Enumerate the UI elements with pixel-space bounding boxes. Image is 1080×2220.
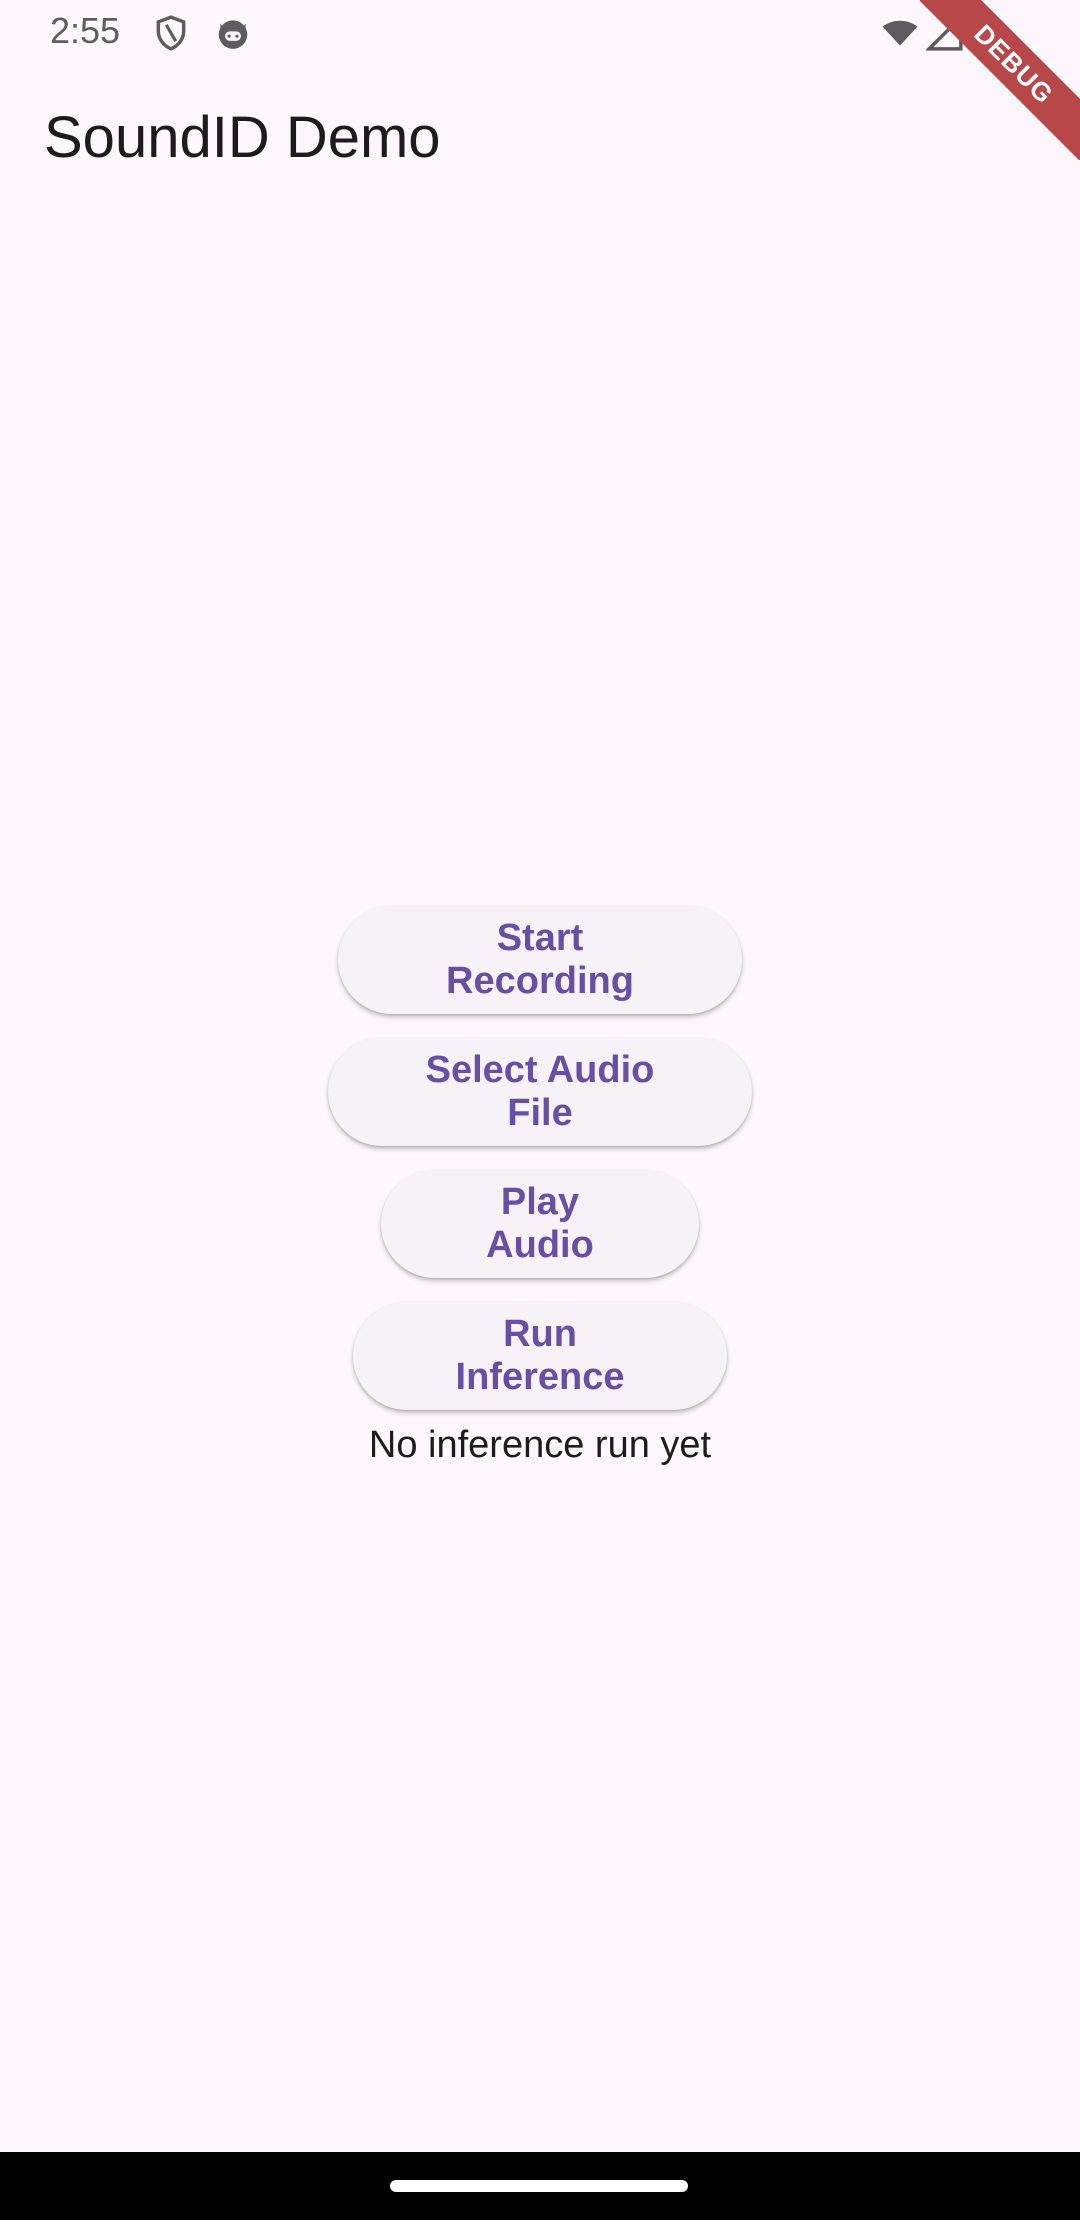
action-button-column: Start Recording Select Audio File Play A… xyxy=(0,906,1080,1467)
app-bar: SoundID Demo xyxy=(0,66,1080,214)
page-title: SoundID Demo xyxy=(44,105,441,170)
start-recording-button[interactable]: Start Recording xyxy=(338,906,742,1014)
home-gesture-handle[interactable] xyxy=(390,2180,688,2192)
navigation-bar xyxy=(0,2152,1080,2220)
cat-face-icon xyxy=(214,14,252,52)
shield-icon xyxy=(152,14,190,52)
run-inference-button[interactable]: Run Inference xyxy=(353,1302,727,1410)
inference-status-text: No inference run yet xyxy=(368,1424,712,1466)
status-bar: 2:55 xyxy=(0,0,1080,66)
play-audio-button[interactable]: Play Audio xyxy=(381,1170,699,1278)
select-audio-file-button[interactable]: Select Audio File xyxy=(328,1038,752,1146)
status-time: 2:55 xyxy=(50,10,121,51)
wifi-icon xyxy=(880,14,918,52)
